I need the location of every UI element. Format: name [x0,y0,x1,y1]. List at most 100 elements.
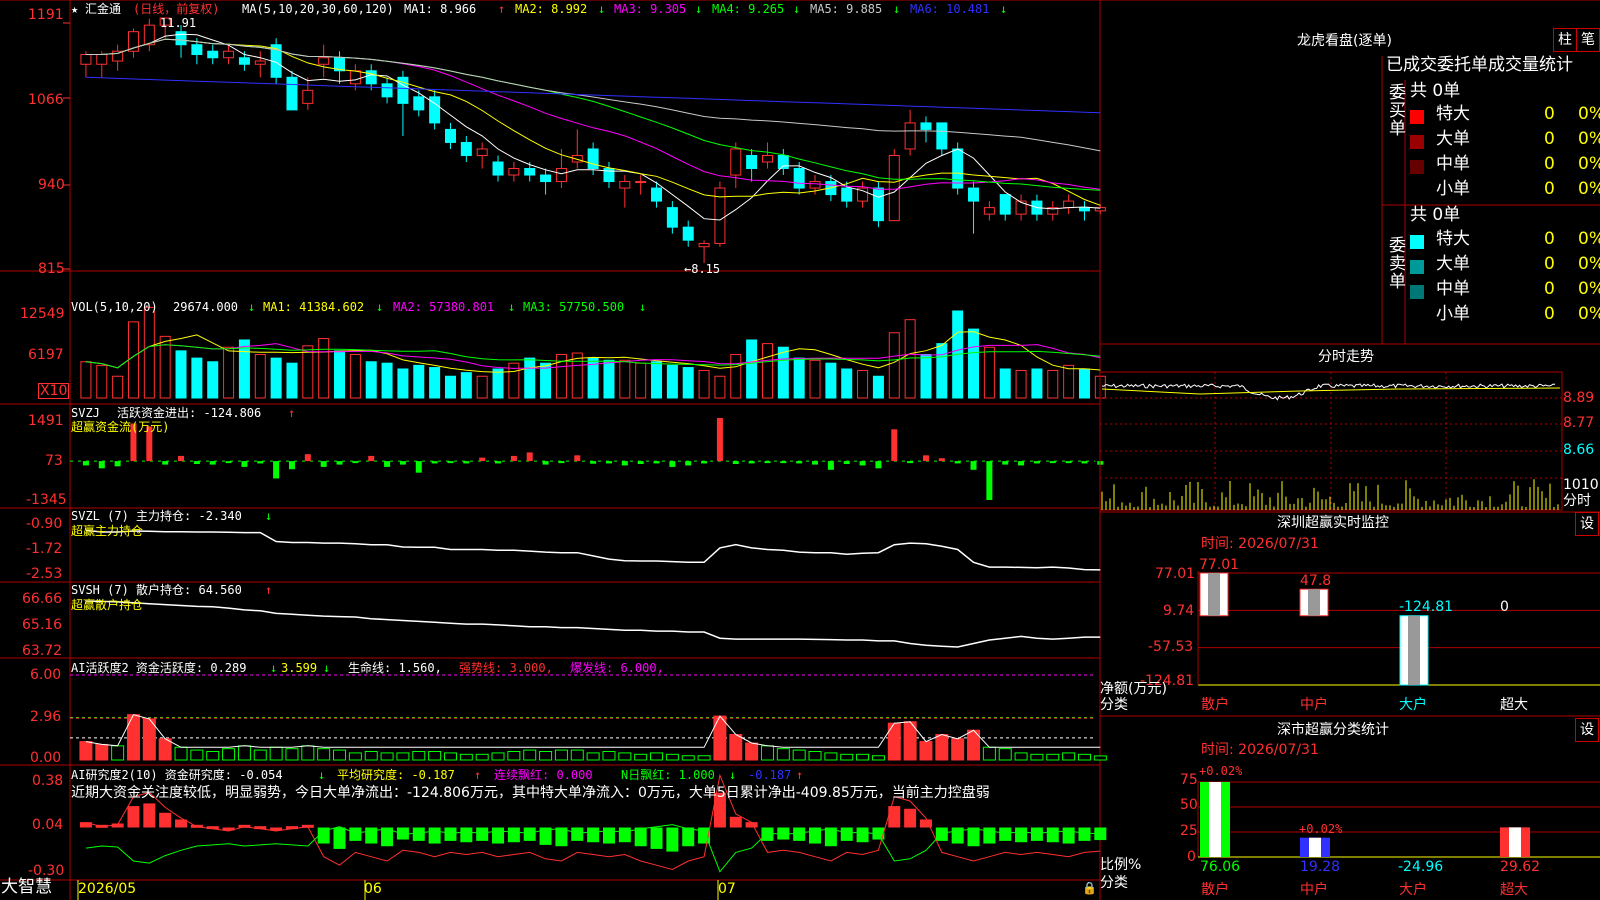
ai-research-title: AI研究度2(10) 资金研究度: -0.054 [71,768,283,782]
activity-bar [475,753,489,761]
research-bar [444,827,457,841]
sz-cat: 超大 [1500,697,1528,713]
ma2-arrow: ↓ [598,2,606,16]
lock-icon[interactable]: 🔒 [1082,882,1097,894]
activity-bar [665,753,679,761]
order-color-swatch [1410,235,1424,249]
candle-body [286,76,298,111]
order-count: 0 [1544,304,1555,324]
research-bar [476,827,489,841]
ai-research-last: -0.187 [748,768,792,782]
activity-bar [443,752,457,761]
activity-bar [539,751,553,761]
activity-bar [317,748,331,761]
activity-bar [507,751,521,761]
activity-bar [237,745,251,761]
ai-research-tick: -0.30 [28,863,65,879]
volume-bar [492,368,504,399]
order-color-swatch [1410,160,1424,174]
svsh-subtitle: 超赢散户持仓 [71,598,144,612]
research-bar [523,827,536,841]
flow-bar [463,461,470,464]
activity-bar [618,752,632,761]
research-line-green [85,824,1101,873]
candle-body [682,226,694,241]
activity-bar [1046,753,1060,761]
candle-body [793,168,805,189]
flow-bar [162,461,169,465]
activity-bar [523,749,537,761]
vol-tick: 12549 [20,306,65,322]
svzl-tick: -2.53 [26,566,63,582]
candle-body [476,148,488,156]
volume-bar [397,368,409,399]
volume-bar [983,346,995,399]
activity-bar [1014,752,1028,761]
volume-bar [857,369,869,399]
star-icon[interactable]: ★ [71,3,78,15]
sz-value-label: 47.8 [1300,573,1332,589]
candle-body [238,57,250,65]
volume-bar [682,367,694,399]
volume-bar [651,361,663,399]
period-label[interactable]: (日线，前复权) [133,3,219,15]
order-size-label: 小单 [1436,304,1470,324]
volume-bar [666,364,678,399]
flow-bar [891,429,898,462]
flow-bar [431,461,438,464]
volume-bar [238,339,250,399]
flow-bar [241,461,248,467]
ma4-arrow: ↓ [793,2,801,16]
candle-body [318,57,330,65]
volume-bar [429,367,441,399]
svzl-title: SVZL (7) 主力持仓: -2.340 [71,509,242,523]
date-label: 2026/05 [78,881,137,897]
n-day-red: N日飘红: 1.000 [621,768,715,782]
intraday-tick: 8.77 [1563,415,1595,431]
activity-bar [856,753,870,761]
volume-bar [888,332,900,399]
flow-bar [193,461,200,465]
intraday-title: 分时走势 [1318,349,1374,365]
activity-bar [634,753,648,761]
brand-logo: 大智慧 [1,877,52,897]
sz-settings-button[interactable]: 设 [1575,512,1599,536]
ma-line [85,38,1101,206]
svzj-subtitle: 超赢资金流(万元) [71,420,170,434]
candle-body [952,148,964,189]
ss-tick: 0 [1187,849,1196,865]
ss-settings-button[interactable]: 设 [1575,718,1599,742]
candle-body [698,242,710,248]
price-tick: 1191 [28,7,64,23]
svsh-arrow: ↑ [265,583,273,597]
activity-bar [697,755,711,761]
research-bar [793,827,806,841]
volume-bar [207,361,219,399]
volume-bar [223,346,235,399]
activity-bar [998,748,1012,761]
research-bar [127,806,140,828]
candle-body [540,174,552,183]
activity-bar [760,745,774,761]
order-percent: 0% [1578,229,1600,249]
research-bar [1030,827,1043,841]
stat-title: 已成交委托单成交量统计 [1386,55,1573,75]
volume-bar [920,353,932,399]
sz-cat: 中户 [1300,697,1328,713]
ss-cat: 超大 [1500,882,1528,898]
order-count: 0 [1544,229,1555,249]
svzl-tick: -1.72 [26,541,63,557]
volume-bar [841,368,853,399]
sz-value-label: 77.01 [1199,557,1240,573]
candle-body [587,148,599,170]
volume-bar [1031,368,1043,399]
volume-bar [968,328,980,399]
bar-mode-button[interactable]: 柱 [1553,28,1577,52]
consecutive-red: 连续飘红: 0.000 [494,768,593,782]
volume-bar [318,338,330,399]
activity-bar [1077,753,1091,761]
tick-mode-button[interactable]: 笔 [1576,28,1600,52]
research-bar [618,827,631,843]
order-percent: 0% [1578,154,1600,174]
ss-cat: 散户 [1201,882,1229,898]
